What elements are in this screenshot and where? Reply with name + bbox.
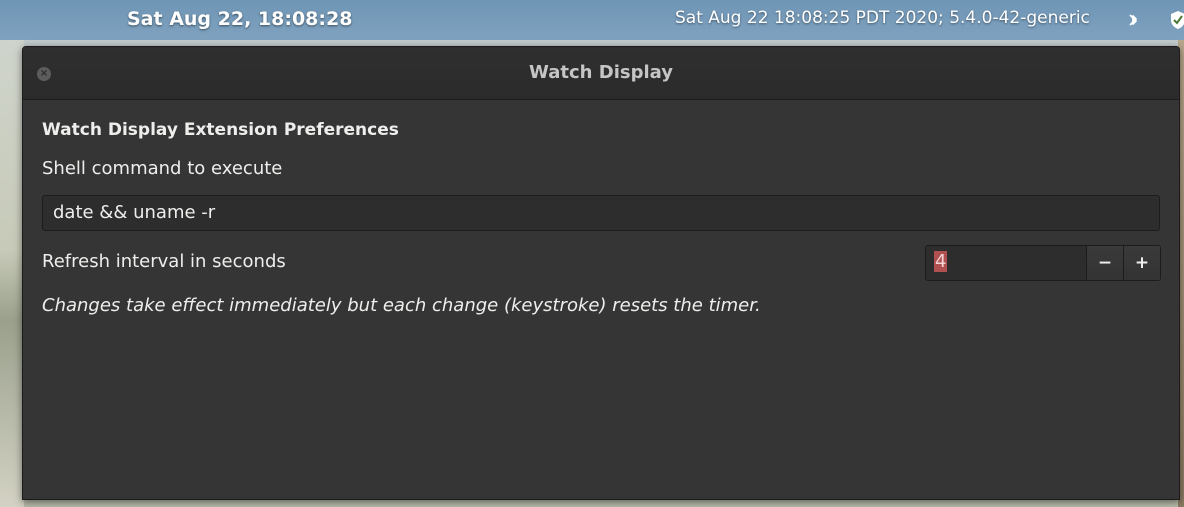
window-titlebar[interactable]: × Watch Display [23,47,1179,100]
interval-spinbutton[interactable]: 4 − + [925,245,1161,281]
interval-label: Refresh interval in seconds [42,251,286,272]
preferences-window: × Watch Display Watch Display Extension … [22,46,1180,500]
help-note: Changes take effect immediately but each… [42,295,761,316]
command-label: Shell command to execute [42,158,283,179]
preferences-content: Watch Display Extension Preferences Shel… [23,100,1179,499]
panel-clock[interactable]: Sat Aug 22, 18:08:28 [127,8,352,30]
decrement-button[interactable]: − [1086,246,1123,280]
interval-value-field[interactable]: 4 [926,246,1086,280]
top-panel: Sat Aug 22, 18:08:28 Sat Aug 22 18:08:25… [0,0,1184,40]
wallpaper-left [0,40,24,507]
interval-value[interactable]: 4 [934,251,948,272]
bluetooth-icon[interactable] [1126,11,1140,29]
command-input[interactable]: date && uname -r [42,195,1160,231]
shield-icon[interactable] [1170,10,1184,30]
section-heading: Watch Display Extension Preferences [42,120,399,140]
watch-display-output[interactable]: Sat Aug 22 18:08:25 PDT 2020; 5.4.0-42-g… [675,8,1090,28]
window-title: Watch Display [529,62,673,83]
increment-button[interactable]: + [1123,246,1160,280]
